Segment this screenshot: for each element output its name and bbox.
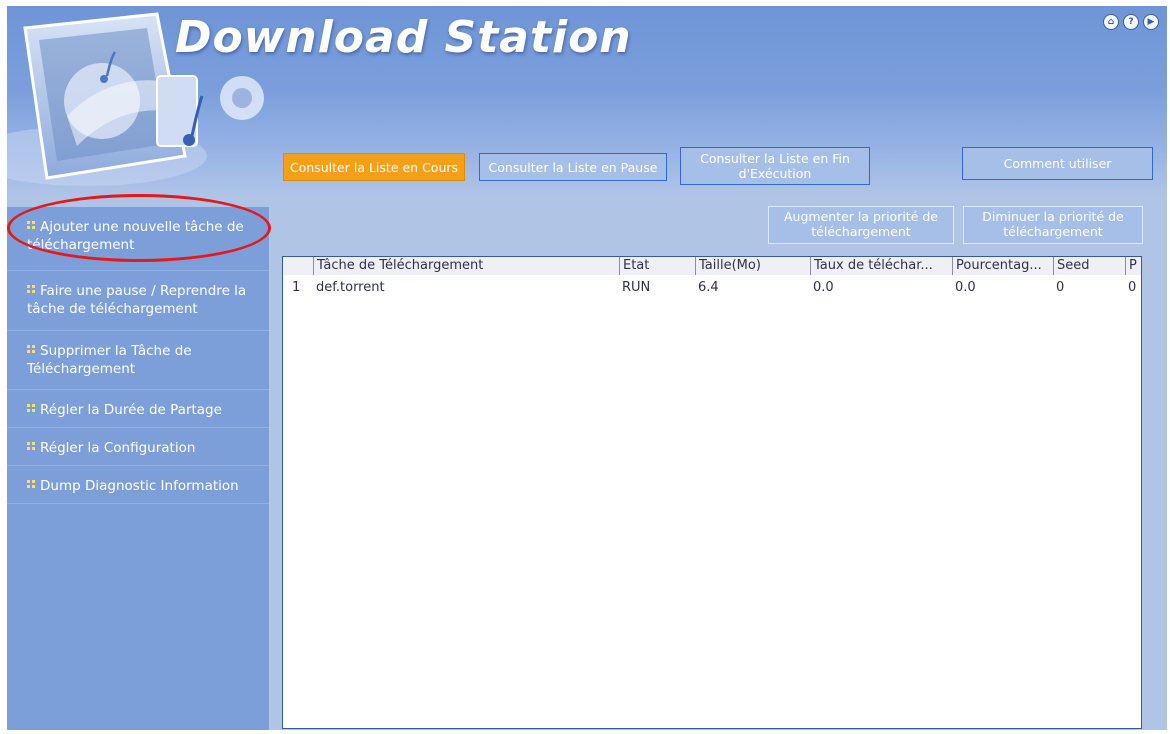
decrease-priority-button[interactable]: Diminuer la priorité de téléchargement xyxy=(963,206,1143,244)
size-cell: 6.4 xyxy=(698,280,719,295)
next-icon[interactable]: ▶ xyxy=(1143,14,1159,30)
column-header-p[interactable]: P xyxy=(1125,257,1141,275)
bullet-icon xyxy=(27,345,37,354)
p-cell: 0 xyxy=(1128,280,1137,295)
sidebar-item-label: Dump Diagnostic Information xyxy=(40,478,239,494)
task-name-cell: def.torrent xyxy=(316,280,385,295)
sidebar-item-label: Supprimer la Tâche de Téléchargement xyxy=(27,343,192,377)
bullet-icon xyxy=(27,404,37,413)
column-header-percentage[interactable]: Pourcentag... xyxy=(952,257,1053,275)
sidebar-item-pause-resume[interactable]: Faire une pause / Reprendre la tâche de … xyxy=(7,271,269,331)
column-header-size[interactable]: Taille(Mo) xyxy=(695,257,810,275)
tab-paused-list[interactable]: Consulter la Liste en Pause xyxy=(479,153,667,181)
bullet-icon xyxy=(27,480,37,489)
sidebar-item-label: Faire une pause / Reprendre la tâche de … xyxy=(27,283,247,317)
rate-cell: 0.0 xyxy=(813,280,834,295)
sidebar-item-delete-task[interactable]: Supprimer la Tâche de Téléchargement xyxy=(7,331,269,390)
tab-running-list[interactable]: Consulter la Liste en Cours xyxy=(283,153,465,181)
bullet-icon xyxy=(27,442,37,451)
column-header-state[interactable]: Etat xyxy=(619,257,695,275)
header: Download Station ⌂ ? ▶ Consulter la List… xyxy=(7,6,1167,196)
sidebar-item-share-duration[interactable]: Régler la Durée de Partage xyxy=(7,390,269,428)
sidebar-item-label: Régler la Configuration xyxy=(40,440,196,456)
sidebar-item-label: Régler la Durée de Partage xyxy=(40,402,222,418)
sidebar-item-dump-diagnostic[interactable]: Dump Diagnostic Information xyxy=(7,466,269,504)
row-index: 1 xyxy=(292,280,301,295)
download-station-window: Download Station ⌂ ? ▶ Consulter la List… xyxy=(7,6,1167,730)
seed-cell: 0 xyxy=(1056,280,1065,295)
bullet-icon xyxy=(27,285,37,294)
app-title: Download Station xyxy=(175,12,632,63)
download-task-table: Tâche de Téléchargement Etat Taille(Mo) … xyxy=(282,256,1142,729)
sidebar-item-label: Ajouter une nouvelle tâche de télécharge… xyxy=(27,219,244,253)
table-header: Tâche de Téléchargement Etat Taille(Mo) … xyxy=(283,257,1141,275)
column-header-seed[interactable]: Seed xyxy=(1053,257,1125,275)
sidebar-item-add-task[interactable]: Ajouter une nouvelle tâche de télécharge… xyxy=(7,207,269,271)
top-icons: ⌂ ? ▶ xyxy=(1103,14,1159,30)
how-to-use-button[interactable]: Comment utiliser xyxy=(962,147,1153,180)
increase-priority-button[interactable]: Augmenter la priorité de téléchargement xyxy=(768,206,954,244)
column-header-index[interactable] xyxy=(283,257,313,275)
column-header-rate[interactable]: Taux de téléchar... xyxy=(810,257,952,275)
bullet-icon xyxy=(27,221,37,230)
state-cell: RUN xyxy=(622,280,651,295)
sidebar: Ajouter une nouvelle tâche de télécharge… xyxy=(7,207,269,730)
sidebar-item-configuration[interactable]: Régler la Configuration xyxy=(7,428,269,466)
column-header-task[interactable]: Tâche de Téléchargement xyxy=(313,257,619,275)
tab-finished-list[interactable]: Consulter la Liste en Fin d'Exécution xyxy=(680,147,870,185)
percentage-cell: 0.0 xyxy=(955,280,976,295)
help-icon[interactable]: ? xyxy=(1123,14,1139,30)
table-row[interactable]: 1 def.torrent RUN 6.4 0.0 0.0 0 0 xyxy=(283,278,1141,298)
home-icon[interactable]: ⌂ xyxy=(1103,14,1119,30)
